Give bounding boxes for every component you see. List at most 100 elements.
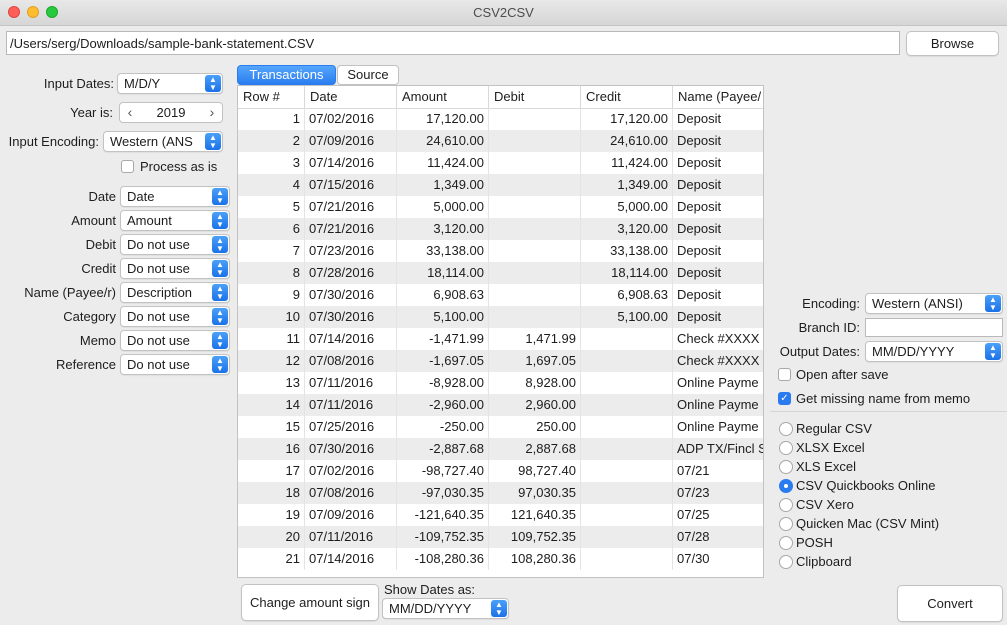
output-encoding-select[interactable]: Western (ANSI) ▲ ▼ — [865, 293, 1003, 314]
input-dates-value: M/D/Y — [124, 76, 161, 91]
file-path-field[interactable]: /Users/serg/Downloads/sample-bank-statem… — [6, 31, 900, 55]
cell-debit: 2,887.68 — [489, 438, 581, 460]
table-row[interactable]: 7 07/23/2016 33,138.00 33,138.00 Deposit — [238, 240, 763, 262]
cell-amount: -2,960.00 — [397, 394, 489, 416]
cell-amount: 18,114.00 — [397, 262, 489, 284]
column-header-amount[interactable]: Amount — [397, 86, 489, 108]
cell-name: 07/25 — [677, 507, 710, 522]
table-row[interactable]: 11 07/14/2016 -1,471.99 1,471.99 Check #XXXX — [238, 328, 763, 350]
column-header-credit[interactable]: Credit — [581, 86, 673, 108]
cell-date: 07/14/2016 — [305, 152, 397, 174]
map-date-select[interactable]: Date ▲ ▼ — [120, 186, 230, 207]
chevron-updown-icon: ▲ ▼ — [212, 236, 228, 253]
transactions-table[interactable]: Row # Date Amount Debit Credit Name (Pay… — [237, 85, 764, 578]
format-label-xls: XLS Excel — [796, 459, 856, 474]
input-encoding-select[interactable]: Western (ANS ▲ ▼ — [103, 131, 223, 152]
chevron-updown-icon: ▲ ▼ — [212, 332, 228, 349]
table-row[interactable]: 15 07/25/2016 -250.00 250.00 Online Payme — [238, 416, 763, 438]
table-row[interactable]: 17 07/02/2016 -98,727.40 98,727.40 07/21 — [238, 460, 763, 482]
format-radio-clipboard[interactable] — [779, 555, 793, 569]
table-row[interactable]: 3 07/14/2016 11,424.00 11,424.00 Deposit — [238, 152, 763, 174]
table-header: Row # Date Amount Debit Credit Name (Pay… — [238, 86, 763, 109]
change-amount-sign-button[interactable]: Change amount sign — [241, 584, 379, 621]
map-credit-label: Credit — [81, 261, 116, 276]
table-row[interactable]: 13 07/11/2016 -8,928.00 8,928.00 Online Paym… — [238, 372, 763, 394]
table-row[interactable]: 2 07/09/2016 24,610.00 24,610.00 Deposit — [238, 130, 763, 152]
format-radio-xero[interactable] — [779, 498, 793, 512]
cell-name: 07/30 — [677, 551, 710, 566]
branch-id-input[interactable] — [865, 318, 1003, 337]
map-memo-select[interactable]: Do not use ▲ ▼ — [120, 330, 230, 351]
format-radio-qbo[interactable] — [779, 479, 793, 493]
table-row[interactable]: 21 07/14/2016 -108,280.36 108,280.36 07/30 — [238, 548, 763, 570]
cell-date: 07/30/2016 — [305, 306, 397, 328]
column-header-date[interactable]: Date — [305, 86, 397, 108]
convert-button[interactable]: Convert — [897, 585, 1003, 622]
cell-amount: 5,100.00 — [397, 306, 489, 328]
cell-row-number: 20 — [238, 526, 305, 548]
open-after-save-checkbox[interactable] — [778, 368, 791, 381]
browse-button[interactable]: Browse — [906, 31, 999, 56]
cell-row-number: 19 — [238, 504, 305, 526]
table-row[interactable]: 16 07/30/2016 -2,887.68 2,887.68 ADP TX/Finc… — [238, 438, 763, 460]
chevron-right-icon[interactable]: › — [205, 104, 219, 120]
input-dates-label: Input Dates: — [43, 76, 114, 91]
map-name-label: Name (Payee/r) — [24, 285, 116, 300]
column-header-name[interactable]: Name (Payee/ — [673, 86, 763, 108]
table-row[interactable]: 12 07/08/2016 -1,697.05 1,697.05 Check #XXXX — [238, 350, 763, 372]
cell-credit — [581, 350, 673, 372]
column-header-debit[interactable]: Debit — [489, 86, 581, 108]
tab-source[interactable]: Source — [337, 65, 399, 85]
format-radio-xlsx[interactable] — [779, 441, 793, 455]
chevron-updown-icon: ▲ ▼ — [985, 343, 1001, 360]
format-radio-posh[interactable] — [779, 536, 793, 550]
chevron-updown-icon: ▲ ▼ — [212, 188, 228, 205]
table-row[interactable]: 4 07/15/2016 1,349.00 1,349.00 Deposit — [238, 174, 763, 196]
format-radio-quicken-mac[interactable] — [779, 517, 793, 531]
cell-date: 07/14/2016 — [305, 548, 397, 570]
cell-date: 07/14/2016 — [305, 328, 397, 350]
chevron-left-icon[interactable]: ‹ — [123, 104, 137, 120]
cell-debit — [489, 174, 581, 196]
format-radio-xls[interactable] — [779, 460, 793, 474]
table-row[interactable]: 20 07/11/2016 -109,752.35 109,752.35 07/28 — [238, 526, 763, 548]
map-category-select[interactable]: Do not use ▲ ▼ — [120, 306, 230, 327]
chevron-updown-icon: ▲ ▼ — [212, 356, 228, 373]
table-row[interactable]: 18 07/08/2016 -97,030.35 97,030.35 07/23 — [238, 482, 763, 504]
table-row[interactable]: 14 07/11/2016 -2,960.00 2,960.00 Online Paym… — [238, 394, 763, 416]
table-row[interactable]: 9 07/30/2016 6,908.63 6,908.63 Deposit — [238, 284, 763, 306]
process-as-is-checkbox[interactable] — [121, 160, 134, 173]
table-row[interactable]: 19 07/09/2016 -121,640.35 121,640.35 07/25 — [238, 504, 763, 526]
table-row[interactable]: 8 07/28/2016 18,114.00 18,114.00 Deposit — [238, 262, 763, 284]
map-name-select[interactable]: Description ▲ ▼ — [120, 282, 230, 303]
cell-debit: 8,928.00 — [489, 372, 581, 394]
map-debit-select[interactable]: Do not use ▲ ▼ — [120, 234, 230, 255]
cell-amount: 11,424.00 — [397, 152, 489, 174]
input-dates-select[interactable]: M/D/Y ▲ ▼ — [117, 73, 223, 94]
table-row[interactable]: 6 07/21/2016 3,120.00 3,120.00 Deposit — [238, 218, 763, 240]
map-amount-select[interactable]: Amount ▲ ▼ — [120, 210, 230, 231]
table-row[interactable]: 10 07/30/2016 5,100.00 5,100.00 Deposit — [238, 306, 763, 328]
year-stepper[interactable]: ‹ 2019 › — [119, 102, 223, 123]
cell-date: 07/11/2016 — [305, 526, 397, 548]
format-radio-regular-csv[interactable] — [779, 422, 793, 436]
branch-id-label: Branch ID: — [798, 320, 860, 335]
map-reference-select[interactable]: Do not use ▲ ▼ — [120, 354, 230, 375]
cell-amount: -2,887.68 — [397, 438, 489, 460]
cell-amount: -8,928.00 — [397, 372, 489, 394]
chevron-updown-icon: ▲ ▼ — [212, 260, 228, 277]
get-missing-name-checkbox[interactable]: ✓ — [778, 392, 791, 405]
year-label: Year is: — [70, 105, 113, 120]
cell-debit — [489, 240, 581, 262]
column-header-row[interactable]: Row # — [238, 86, 305, 108]
cell-date: 07/15/2016 — [305, 174, 397, 196]
map-credit-select[interactable]: Do not use ▲ ▼ — [120, 258, 230, 279]
show-dates-select[interactable]: MM/DD/YYYY ▲ ▼ — [382, 598, 509, 619]
output-dates-select[interactable]: MM/DD/YYYY ▲ ▼ — [865, 341, 1003, 362]
cell-row-number: 9 — [238, 284, 305, 306]
table-row[interactable]: 5 07/21/2016 5,000.00 5,000.00 Deposit — [238, 196, 763, 218]
table-row[interactable]: 1 07/02/2016 17,120.00 17,120.00 Deposit — [238, 108, 763, 130]
tab-transactions[interactable]: Transactions — [237, 65, 336, 85]
cell-credit — [581, 328, 673, 350]
cell-debit — [489, 108, 581, 130]
